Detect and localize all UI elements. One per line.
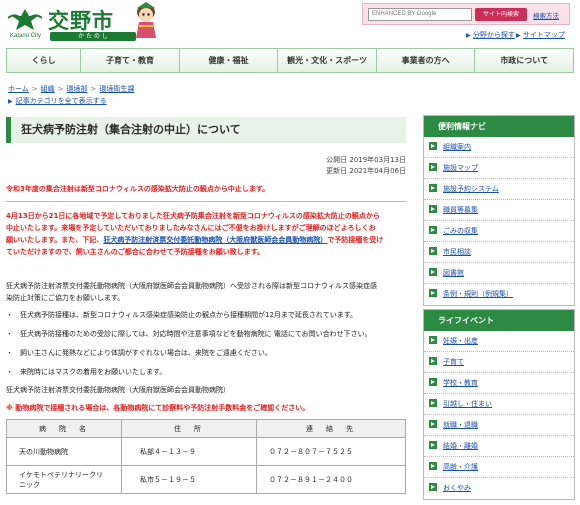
red-para-line-4: ていただけますので、飼い主さんのご都合に合わせて予防接種をお願い致します。	[6, 248, 265, 256]
hospital-address: 私部４－１３－９	[121, 437, 257, 466]
red-para-line-3: 願いいたします。また、下記、狂犬病予防注射済票交付委託動物病院（大阪府獣医師会会…	[6, 236, 384, 244]
red-para-line-2: 中止いたします。来場を予定していただいておりましたみなさんにはご不便をお掛けしま…	[6, 224, 376, 232]
arrow-right-icon	[429, 184, 437, 192]
bullet-item: ・狂犬病予防接種のための受診に際しては、対応時間や注意事項などを動物病院に 電話…	[6, 330, 372, 338]
nav-item-childcare[interactable]: 子育て・教育	[81, 49, 180, 72]
sidebar-item[interactable]: 市民相談	[424, 242, 574, 263]
sidebar-item[interactable]: 組織案内	[424, 137, 574, 158]
sidebar-item[interactable]: 妊娠・出産	[424, 331, 574, 352]
article-title-bar: 狂犬病予防注射（集合注射の中止）について	[6, 117, 406, 143]
red-para-line-1: 4月13日から21日に各地域で予定しておりました狂犬病予防集合注射を新型コロナウ…	[6, 212, 380, 220]
arrow-right-icon	[429, 289, 437, 297]
hospital-name: イケモトペテリナリークリニック	[6, 465, 122, 494]
sidebar-item[interactable]: 図書館	[424, 263, 574, 284]
sidebar-item[interactable]: 施設予約システム	[424, 179, 574, 200]
breadcrumb-organization[interactable]: 組織	[41, 85, 55, 93]
global-nav: くらし 子育て・教育 健康・福祉 観光・文化・スポーツ 事業者の方へ 市政につい…	[6, 48, 574, 73]
util-link-category[interactable]: ▶ 分野から探す	[466, 30, 515, 40]
arrow-right-icon	[429, 163, 437, 171]
arrow-right-icon	[429, 462, 437, 470]
updated-date: 更新日 2021年04月06日	[326, 167, 406, 175]
logo-title: 交野市	[48, 8, 114, 33]
arrow-right-icon	[429, 420, 437, 428]
nav-item-tourism[interactable]: 観光・文化・スポーツ	[278, 49, 377, 72]
table-header: 住 所	[121, 419, 257, 438]
arrow-right-icon	[429, 483, 437, 491]
hospitals-heading: 狂犬病予防注射済票交付委託動物病院（大阪府獣医師会会員動物病院）	[6, 386, 230, 394]
life-event-nav: ライフイベント 妊娠・出産 子育て 学校・教育 引越し・住まい 就職・退職 結婚…	[423, 309, 575, 500]
nav-item-government[interactable]: 市政について	[475, 49, 573, 72]
sidebar-item[interactable]: おくやみ	[424, 478, 574, 499]
arrow-right-icon	[429, 205, 437, 213]
arrow-right-icon: ▶	[8, 98, 13, 105]
page-title: 狂犬病予防注射（集合注射の中止）について	[21, 123, 241, 136]
vet-clinic-link[interactable]: 狂犬病予防注射済票交付委託動物病院（大阪府獣医師会会員動物病院）	[103, 236, 327, 244]
search-help-link[interactable]: 検索方法	[533, 10, 559, 20]
life-event-title: ライフイベント	[424, 310, 574, 331]
search-button[interactable]: サイト内検索	[475, 8, 527, 21]
sidebar-item[interactable]: 就職・退職	[424, 415, 574, 436]
util-link-sitemap[interactable]: ▶ サイトマップ	[516, 30, 565, 40]
hospital-name: 天の川動物病院	[6, 437, 122, 466]
site-header: 交野市 Katano City か た の し ENHANCED BY Goog…	[0, 0, 580, 46]
site-search: ENHANCED BY Google サイト内検索 検索方法	[362, 3, 570, 25]
convenience-nav: 便利情報ナビ 組織案内 施設マップ 施設予約システム 職員等募集 ごみの収集 市…	[423, 115, 575, 306]
arrow-right-icon	[429, 378, 437, 386]
breadcrumb-home[interactable]: ホーム	[8, 85, 29, 93]
nav-item-life[interactable]: くらし	[7, 49, 82, 72]
sidebar-item[interactable]: 条例・規則（例規集）	[424, 284, 574, 305]
hospital-table: 病 院 名 住 所 連 絡 先 天の川動物病院 私部４－１３－９ ０７２－８０７…	[6, 419, 406, 494]
logo-english: Katano City	[10, 33, 42, 39]
para-line-2: 染防止対策にご協力をお願いします。	[6, 294, 125, 302]
category-link[interactable]: ▶ 記事カテゴリを全て表示する	[8, 96, 107, 106]
arrow-right-icon	[429, 399, 437, 407]
bullet-item: ・狂犬病予防接種は、新型コロナウィルス感染症感染防止の観点から接種期間が12月ま…	[6, 311, 357, 319]
para-line-1: 狂犬病予防注射済票交付委託動物病院（大阪府獣医師会会員動物病院）へ受診される際は…	[6, 282, 377, 290]
sidebar-item[interactable]: 学校・教育	[424, 373, 574, 394]
convenience-nav-title: 便利情報ナビ	[424, 116, 574, 137]
table-header: 連 絡 先	[256, 419, 406, 438]
logo-kana: か た の し	[50, 32, 136, 41]
sidebar-item[interactable]: 引越し・住まい	[424, 394, 574, 415]
sidebar-item[interactable]: 結婚・離婚	[424, 436, 574, 457]
hospital-phone: ０７２－８０７－７５２５	[256, 437, 406, 466]
breadcrumb: ホーム > 組織 > 環境部 > 環境衛生課	[8, 85, 135, 93]
arrow-right-icon	[429, 357, 437, 365]
bullet-item: ・来院時にはマスクの着用をお願いいたします。	[6, 368, 167, 376]
hospitals-warning: ※ 動物病院で接種される場合は、各動物病院にて診察料や予防注射手数料金をご確認く…	[6, 404, 310, 412]
divider	[6, 201, 406, 202]
arrow-right-icon	[429, 226, 437, 234]
table-row: イケモトペテリナリークリニック 私市５－１９－５ ０７２－８９１－２４００	[6, 465, 406, 494]
table-header: 病 院 名	[6, 419, 122, 438]
arrow-right-icon	[429, 336, 437, 344]
mascot-character-icon	[136, 2, 156, 38]
nav-item-business[interactable]: 事業者の方へ	[377, 49, 476, 72]
published-date: 公開日 2019年03月13日	[326, 156, 406, 164]
table-row: 天の川動物病院 私部４－１３－９ ０７２－８０７－７５２５	[6, 437, 406, 466]
table-header-row: 病 院 名 住 所 連 絡 先	[6, 419, 406, 438]
sidebar-item[interactable]: 施設マップ	[424, 158, 574, 179]
hospital-address: 私市５－１９－５	[121, 465, 257, 494]
search-input[interactable]: ENHANCED BY Google	[368, 8, 472, 21]
arrow-right-icon	[429, 441, 437, 449]
bullet-item: ・飼い主さんに発熱などにより体調がすぐれない場合は、来院をご遠慮ください。	[6, 349, 272, 357]
notice-text: 令和3年度の集合注射は新型コロナウィルスの感染拡大防止の観点から中止します。	[6, 185, 270, 193]
hospital-phone: ０７２－８９１－２４００	[256, 465, 406, 494]
sidebar-item[interactable]: 高齢・介護	[424, 457, 574, 478]
nav-item-health[interactable]: 健康・福祉	[180, 49, 279, 72]
arrow-right-icon	[429, 142, 437, 150]
breadcrumb-env-hygiene[interactable]: 環境衛生課	[99, 85, 134, 93]
sidebar-item[interactable]: 子育て	[424, 352, 574, 373]
arrow-right-icon	[429, 247, 437, 255]
breadcrumb-environment[interactable]: 環境部	[67, 85, 88, 93]
city-emblem-icon	[8, 9, 42, 30]
arrow-right-icon	[429, 268, 437, 276]
sidebar-item[interactable]: 職員等募集	[424, 200, 574, 221]
sidebar-item[interactable]: ごみの収集	[424, 221, 574, 242]
